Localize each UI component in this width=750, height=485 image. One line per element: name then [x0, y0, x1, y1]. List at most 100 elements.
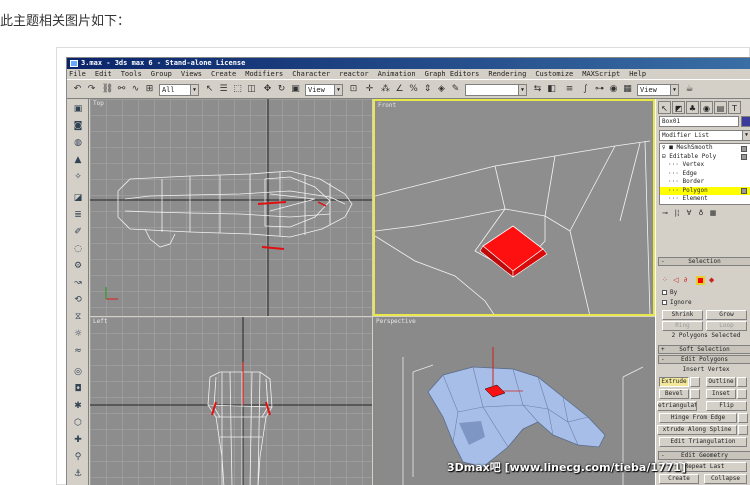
tool-cone-icon[interactable]: ▲: [71, 153, 85, 167]
border-level-icon[interactable]: ∂: [684, 276, 688, 284]
edit-named-sel-icon[interactable]: ✎: [449, 83, 462, 96]
stack-item-element[interactable]: ··· Element: [660, 195, 750, 204]
tool-taper-icon[interactable]: ⧖: [71, 310, 85, 324]
stack-item-edge[interactable]: ··· Edge: [660, 170, 750, 179]
tool-twist-icon[interactable]: ⟲: [71, 293, 85, 307]
insert-vertex-button[interactable]: Insert Vertex: [662, 366, 750, 374]
layer-manager-icon[interactable]: ≡: [563, 83, 576, 96]
extrude-spline-settings-button[interactable]: [738, 425, 748, 435]
create-button[interactable]: Create: [659, 474, 699, 484]
tool-light-icon[interactable]: ✱: [71, 399, 85, 413]
flip-button[interactable]: Flip: [706, 401, 747, 411]
viewport-top[interactable]: Top: [90, 99, 372, 316]
stack-item-editable-poly[interactable]: ⊟ Editable Poly: [660, 153, 750, 162]
menu-maxscript[interactable]: MAXScript: [580, 69, 620, 79]
tab-utilities[interactable]: T: [728, 101, 741, 114]
unlink-icon[interactable]: ⚯: [115, 83, 128, 96]
tool-stack-icon[interactable]: ≣: [71, 208, 85, 222]
tool-gear-icon[interactable]: ⚙: [71, 259, 85, 273]
extrude-along-spline-button[interactable]: xtrude Along Spline: [657, 425, 737, 435]
window-crossing-icon[interactable]: ◫: [245, 83, 258, 96]
menu-views[interactable]: Views: [179, 69, 202, 79]
edge-level-icon[interactable]: ◁: [673, 276, 678, 284]
select-move-icon[interactable]: ✥: [261, 83, 274, 96]
select-rotate-icon[interactable]: ↻: [275, 83, 288, 96]
align-icon[interactable]: ◧: [545, 83, 558, 96]
selection-filter-dropdown[interactable]: All ▼: [159, 84, 199, 96]
stack-item-meshsmooth[interactable]: ♀ ■ MeshSmooth: [660, 144, 750, 153]
object-color-swatch[interactable]: [741, 116, 750, 127]
inset-settings-button[interactable]: [737, 389, 747, 399]
render-type-dropdown[interactable]: View ▼: [637, 84, 679, 96]
viewport-left[interactable]: Left: [90, 317, 372, 485]
menu-graph-editors[interactable]: Graph Editors: [423, 69, 480, 79]
menu-character[interactable]: Character: [290, 69, 330, 79]
tool-bulb-icon[interactable]: ☼: [71, 327, 85, 341]
tool-bend-icon[interactable]: ↝: [71, 276, 85, 290]
tool-sphere-icon[interactable]: ◍: [71, 136, 85, 150]
show-end-result-icon[interactable]: |¦: [671, 207, 683, 219]
menu-tools[interactable]: Tools: [119, 69, 142, 79]
outline-settings-button[interactable]: [737, 377, 747, 387]
menu-customize[interactable]: Customize: [533, 69, 573, 79]
retriangulate-button[interactable]: etriangulat: [657, 401, 697, 411]
render-scene-icon[interactable]: ▦: [621, 83, 634, 96]
tool-ring-icon[interactable]: ◌: [71, 242, 85, 256]
spinner-snap-icon[interactable]: ⇕: [421, 83, 434, 96]
stack-item-polygon[interactable]: ··· Polygon: [660, 186, 750, 195]
select-by-name-icon[interactable]: ☰: [217, 83, 230, 96]
redo-icon[interactable]: ↷: [85, 83, 98, 96]
reference-coordinate-dropdown[interactable]: View ▼: [305, 84, 343, 96]
angle-snap-icon[interactable]: ∠: [393, 83, 406, 96]
curve-editor-icon[interactable]: ∫: [579, 83, 592, 96]
tool-helper-icon[interactable]: ✚: [71, 433, 85, 447]
tab-modify[interactable]: ◩: [672, 101, 685, 114]
extrude-button[interactable]: Extrude: [659, 377, 689, 387]
stack-item-toggle[interactable]: [741, 188, 747, 194]
make-unique-icon[interactable]: ∀: [683, 207, 695, 219]
tool-bone-icon[interactable]: ⚓: [71, 467, 85, 481]
loop-button[interactable]: Loop: [706, 321, 747, 331]
stack-item-vertex[interactable]: ··· Vertex: [660, 161, 750, 170]
menu-help[interactable]: Help: [627, 69, 646, 79]
rollout-soft-selection-header[interactable]: + Soft Selection: [658, 345, 750, 354]
outline-button[interactable]: Outline: [706, 377, 736, 387]
remove-modifier-icon[interactable]: ♁: [695, 207, 707, 219]
tool-system-icon[interactable]: ⚲: [71, 450, 85, 464]
hinge-settings-button[interactable]: [738, 413, 748, 423]
bevel-button[interactable]: Bevel: [659, 389, 689, 399]
tool-shape-icon[interactable]: ⬡: [71, 416, 85, 430]
stack-item-toggle[interactable]: [741, 145, 747, 152]
extrude-settings-button[interactable]: [690, 377, 700, 387]
shrink-button[interactable]: Shrink: [662, 310, 703, 320]
element-level-icon[interactable]: ◆: [709, 276, 714, 284]
named-selection-icon[interactable]: ◈: [435, 83, 448, 96]
collapse-button[interactable]: Collapse: [704, 474, 747, 484]
tab-create[interactable]: ↖: [658, 101, 671, 114]
mirror-icon[interactable]: ⇆: [531, 83, 544, 96]
rollout-selection-header[interactable]: - Selection: [658, 257, 750, 266]
vertex-level-icon[interactable]: ⁘: [662, 276, 668, 284]
select-object-icon[interactable]: ↖: [203, 83, 216, 96]
menu-edit[interactable]: Edit: [93, 69, 112, 79]
snaps-toggle-icon[interactable]: ⁂: [379, 83, 392, 96]
undo-icon[interactable]: ↶: [71, 83, 84, 96]
menu-rendering[interactable]: Rendering: [486, 69, 526, 79]
menu-group[interactable]: Group: [149, 69, 172, 79]
manipulate-icon[interactable]: ✛: [363, 83, 376, 96]
hinge-from-edge-button[interactable]: Hinge From Edge: [659, 413, 737, 423]
by-vertex-checkbox[interactable]: By: [662, 289, 677, 297]
pivot-center-icon[interactable]: ⊡: [347, 83, 360, 96]
tab-hierarchy[interactable]: ♣: [686, 101, 699, 114]
grow-button[interactable]: Grow: [706, 310, 747, 320]
tab-motion[interactable]: ◉: [700, 101, 713, 114]
pin-stack-icon[interactable]: ⊸: [659, 207, 671, 219]
menu-animation[interactable]: Animation: [376, 69, 416, 79]
ring-button[interactable]: Ring: [662, 321, 703, 331]
edit-triangulation-button[interactable]: Edit Triangulation: [659, 437, 747, 447]
menu-file[interactable]: File: [67, 69, 86, 79]
tool-cylinder-icon[interactable]: ◙: [71, 119, 85, 133]
named-selection-sets-dropdown[interactable]: ▼: [465, 84, 527, 96]
tool-pencil-icon[interactable]: ✐: [71, 225, 85, 239]
schematic-view-icon[interactable]: ⊶: [593, 83, 606, 96]
